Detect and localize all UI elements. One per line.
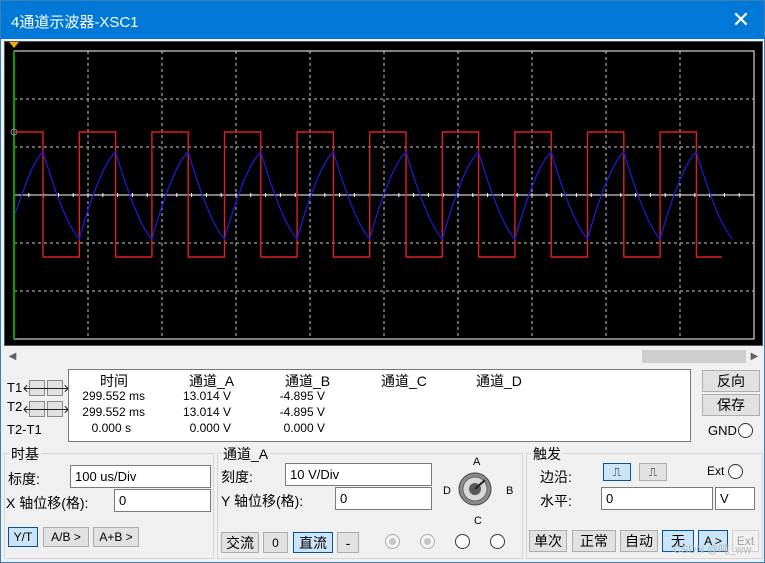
timebase-scale-label: 标度:: [8, 471, 40, 487]
y-position-field[interactable]: 0: [335, 487, 432, 510]
edge-rising-icon[interactable]: ⎍: [603, 463, 631, 481]
channel-title: 通道_A: [221, 444, 271, 464]
trigger-level-unit-select[interactable]: V: [715, 487, 755, 510]
coupling-zero-button[interactable]: 0: [263, 532, 288, 553]
close-icon[interactable]: ✕: [718, 1, 764, 39]
t1-time: 299.552 ms: [82, 389, 145, 403]
channel-radio-a[interactable]: [385, 534, 400, 549]
t1-channel-b: -4.895 V: [279, 389, 325, 403]
scroll-thumb[interactable]: [642, 350, 746, 363]
t1-channel-a: 13.014 V: [182, 389, 231, 403]
title-bar: 4通道示波器-XSC1 ✕: [1, 1, 764, 39]
scope-display: [9, 42, 755, 340]
header-channel-b: 通道_B: [285, 373, 331, 389]
cursor-t1-label: T1: [7, 380, 23, 395]
t1-right-arrow-icon[interactable]: 🡒: [40, 380, 70, 396]
header-channel-c: 通道_C: [381, 373, 427, 389]
channel-scale-label: 刻度:: [221, 469, 253, 485]
horizontal-scrollbar[interactable]: ◀ ▶: [4, 348, 763, 365]
cursor-controls: T1 🡐 🡒 T2 🡐 🡒 T2-T1: [4, 371, 70, 441]
t2-channel-a: 13.014 V: [182, 405, 231, 419]
knob-label-a: A: [473, 456, 481, 468]
gnd-radio[interactable]: [738, 423, 753, 438]
scroll-right-icon[interactable]: ▶: [746, 348, 763, 365]
knob-label-d: D: [443, 485, 451, 497]
trigger-level-field[interactable]: 0: [601, 487, 713, 510]
oscilloscope-window: 4通道示波器-XSC1 ✕ ◀ ▶ T1 🡐 🡒 T2 🡐 🡒 T2-T1 时间…: [0, 0, 765, 563]
watermark-text: CSDN @吨_ww: [673, 544, 752, 556]
channel-selector-knob-icon[interactable]: [457, 471, 493, 507]
mode-yt-button[interactable]: Y/T: [8, 527, 38, 547]
header-channel-a: 通道_A: [189, 373, 235, 389]
coupling-minus-button[interactable]: -: [337, 532, 359, 553]
trigger-auto-button[interactable]: 自动: [620, 530, 658, 552]
window-title: 4通道示波器-XSC1: [11, 14, 139, 31]
gnd-label: GND: [708, 423, 737, 438]
diff-channel-b: 0.000 V: [283, 421, 325, 435]
header-channel-d: 通道_D: [476, 373, 522, 389]
trigger-title: 触发: [531, 444, 563, 464]
trigger-level-label: 水平:: [540, 493, 572, 509]
coupling-ac-button[interactable]: 交流: [221, 532, 259, 553]
x-position-label: X 轴位移(格):: [6, 495, 89, 511]
measurement-readout: 时间 通道_A 通道_B 通道_C 通道_D 299.552 ms 13.014…: [68, 369, 691, 442]
trigger-edge-label: 边沿:: [540, 469, 572, 485]
trigger-single-button[interactable]: 单次: [529, 530, 567, 552]
trigger-normal-button[interactable]: 正常: [572, 530, 616, 552]
mode-ab-button[interactable]: A/B >: [43, 527, 89, 547]
y-position-label: Y 轴位移(格):: [221, 493, 304, 509]
timebase-scale-field[interactable]: 100 us/Div: [70, 465, 211, 488]
cursor-marker-icon: [9, 42, 19, 48]
cursor-diff-label: T2-T1: [7, 422, 42, 437]
coupling-dc-button[interactable]: 直流: [293, 532, 333, 553]
scope-screen: [4, 41, 763, 346]
edge-falling-icon[interactable]: ⎍: [639, 463, 667, 481]
t2-channel-b: -4.895 V: [279, 405, 325, 419]
scroll-left-icon[interactable]: ◀: [4, 348, 21, 365]
save-button[interactable]: 保存: [702, 394, 760, 416]
diff-time: 0.000 s: [91, 421, 131, 435]
knob-label-b: B: [506, 485, 514, 497]
t2-right-arrow-icon[interactable]: 🡒: [40, 401, 70, 417]
reverse-button[interactable]: 反向: [702, 370, 760, 392]
diff-channel-a: 0.000 V: [189, 421, 231, 435]
channel-scale-field[interactable]: 10 V/Div: [285, 463, 432, 486]
mode-a-plus-b-button[interactable]: A+B >: [93, 527, 139, 547]
knob-label-c: C: [474, 515, 482, 527]
x-position-field[interactable]: 0: [114, 489, 211, 512]
channel-radio-b[interactable]: [420, 534, 435, 549]
header-time: 时间: [100, 373, 128, 389]
cursor-t2-label: T2: [7, 399, 23, 414]
t2-time: 299.552 ms: [82, 405, 145, 419]
channel-radio-d[interactable]: [490, 534, 505, 549]
channel-radio-c[interactable]: [455, 534, 470, 549]
trigger-ext-label: Ext: [707, 464, 725, 478]
timebase-title: 时基: [9, 444, 41, 464]
trigger-ext-radio[interactable]: [728, 464, 743, 479]
